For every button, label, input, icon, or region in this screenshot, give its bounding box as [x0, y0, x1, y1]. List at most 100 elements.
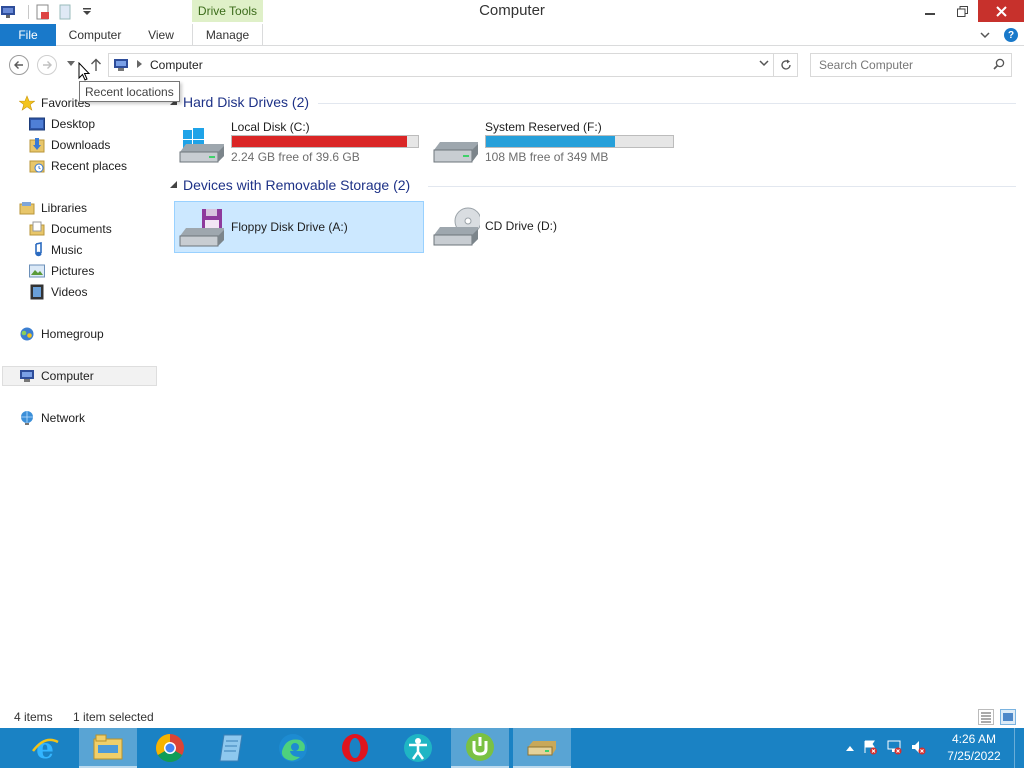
navigation-pane: Favorites Desktop Downloads Recent place…	[0, 88, 158, 698]
opera-icon[interactable]	[326, 728, 384, 768]
properties-icon[interactable]	[35, 4, 51, 20]
nav-videos-label: Videos	[51, 285, 88, 299]
drive-system-reserved-f[interactable]: System Reserved (F:) 108 MB free of 349 …	[429, 118, 679, 170]
computer-icon	[19, 368, 35, 384]
drive-usage-fill	[486, 136, 616, 147]
nav-homegroup[interactable]: Homegroup	[19, 324, 104, 344]
music-icon	[29, 242, 45, 258]
address-bar[interactable]: Computer	[108, 53, 774, 77]
show-desktop-button[interactable]	[1014, 728, 1024, 768]
forward-button[interactable]	[37, 55, 57, 75]
new-folder-icon[interactable]	[57, 4, 73, 20]
nav-computer-label: Computer	[41, 369, 94, 383]
drive-usage-fill	[232, 136, 407, 147]
back-button[interactable]	[9, 55, 29, 75]
nav-pictures-label: Pictures	[51, 264, 95, 278]
internet-explorer-icon[interactable]: e	[16, 728, 74, 768]
tray-icons	[846, 739, 926, 758]
system-tray: 4:26 AM 7/25/2022	[846, 728, 1024, 768]
drive-name: Floppy Disk Drive (A:)	[231, 220, 348, 234]
refresh-button[interactable]	[774, 53, 798, 77]
details-view-icon[interactable]	[978, 709, 994, 725]
large-icons-view-icon[interactable]	[1000, 709, 1016, 725]
computer-icon	[114, 59, 128, 71]
desktop-icon	[29, 116, 45, 132]
title-bar: Drive Tools Computer	[0, 0, 1024, 24]
floppy-drive-icon	[179, 209, 224, 247]
nav-downloads[interactable]: Downloads	[29, 135, 110, 155]
nav-network[interactable]: Network	[19, 408, 85, 428]
breadcrumb-chevron-icon[interactable]	[137, 60, 142, 70]
refresh-icon	[780, 59, 791, 70]
mouse-cursor-icon	[78, 62, 91, 81]
tab-file[interactable]: File	[0, 24, 56, 46]
close-button[interactable]	[978, 0, 1024, 22]
utorrent-icon[interactable]	[451, 728, 509, 768]
group-header-removable-storage[interactable]: Devices with Removable Storage (2)	[170, 175, 410, 195]
nav-pictures[interactable]: Pictures	[29, 261, 94, 281]
expand-ribbon-icon[interactable]	[980, 28, 990, 42]
drive-usage-bar	[231, 135, 419, 148]
restore-button[interactable]	[946, 0, 978, 22]
homegroup-icon	[19, 326, 35, 342]
nav-recent-places[interactable]: Recent places	[29, 156, 127, 176]
nav-network-label: Network	[41, 411, 86, 425]
tab-view[interactable]: View	[134, 24, 188, 46]
nav-music-label: Music	[51, 243, 83, 257]
collapse-triangle-icon[interactable]	[170, 180, 177, 190]
recent-locations-dropdown[interactable]	[67, 60, 75, 69]
group-header-hard-disk-drives[interactable]: Hard Disk Drives (2)	[170, 92, 309, 112]
nav-desktop-label: Desktop	[51, 117, 96, 131]
tab-computer[interactable]: Computer	[56, 24, 134, 46]
search-input[interactable]: Search Computer	[810, 53, 1012, 77]
windows-drive-icon	[179, 128, 224, 163]
clock-time: 4:26 AM	[951, 732, 997, 746]
show-hidden-icons-icon[interactable]	[846, 742, 854, 754]
nav-documents[interactable]: Documents	[29, 219, 112, 239]
drive-cd-d[interactable]: CD Drive (D:)	[429, 201, 679, 253]
network-icon	[19, 410, 35, 426]
network-status-icon[interactable]	[886, 739, 902, 758]
recent-places-icon	[29, 158, 45, 174]
cd-drive-icon	[433, 207, 480, 246]
address-history-dropdown[interactable]	[759, 58, 769, 70]
libraries-icon	[19, 200, 35, 216]
item-count: 4 items	[14, 710, 53, 724]
help-icon[interactable]: ?	[1004, 28, 1018, 42]
breadcrumb-computer[interactable]: Computer	[150, 58, 203, 72]
tab-manage[interactable]: Manage	[192, 24, 263, 46]
window-title: Computer	[479, 2, 545, 19]
chrome-icon[interactable]	[141, 728, 199, 768]
nav-computer[interactable]: Computer	[2, 366, 157, 386]
pictures-icon	[29, 263, 45, 279]
nav-downloads-label: Downloads	[51, 138, 111, 152]
drive-floppy-a[interactable]: Floppy Disk Drive (A:)	[174, 201, 424, 253]
back-arrow-icon	[14, 61, 23, 69]
nav-videos[interactable]: Videos	[29, 282, 87, 302]
file-explorer-icon[interactable]	[79, 728, 137, 768]
drive-local-disk-c[interactable]: Local Disk (C:) 2.24 GB free of 39.6 GB	[175, 118, 425, 170]
taskbar: e 4:26 AM 7/25/2022	[0, 728, 1024, 768]
notepad-icon[interactable]	[202, 728, 260, 768]
nav-documents-label: Documents	[51, 222, 112, 236]
action-center-icon[interactable]	[862, 739, 878, 758]
drive-icon[interactable]	[513, 728, 571, 768]
group-title: Devices with Removable Storage (2)	[183, 177, 411, 193]
computer-icon[interactable]	[0, 4, 16, 20]
volume-muted-icon[interactable]	[910, 739, 926, 758]
nav-libraries-label: Libraries	[41, 201, 88, 215]
edge-icon[interactable]	[264, 728, 322, 768]
search-icon[interactable]	[993, 58, 1005, 70]
accessibility-icon[interactable]	[389, 728, 447, 768]
nav-libraries[interactable]: Libraries	[19, 198, 87, 218]
selection-count: 1 item selected	[73, 710, 154, 724]
minimize-button[interactable]	[914, 0, 946, 22]
nav-recent-places-label: Recent places	[51, 159, 128, 173]
clock[interactable]: 4:26 AM 7/25/2022	[944, 731, 1004, 765]
drive-name: Local Disk (C:)	[231, 120, 310, 134]
customize-toolbar-icon[interactable]	[79, 4, 95, 20]
svg-text:e: e	[36, 733, 54, 763]
nav-music[interactable]: Music	[29, 240, 82, 260]
nav-desktop[interactable]: Desktop	[29, 114, 95, 134]
group-title: Hard Disk Drives (2)	[183, 94, 310, 110]
